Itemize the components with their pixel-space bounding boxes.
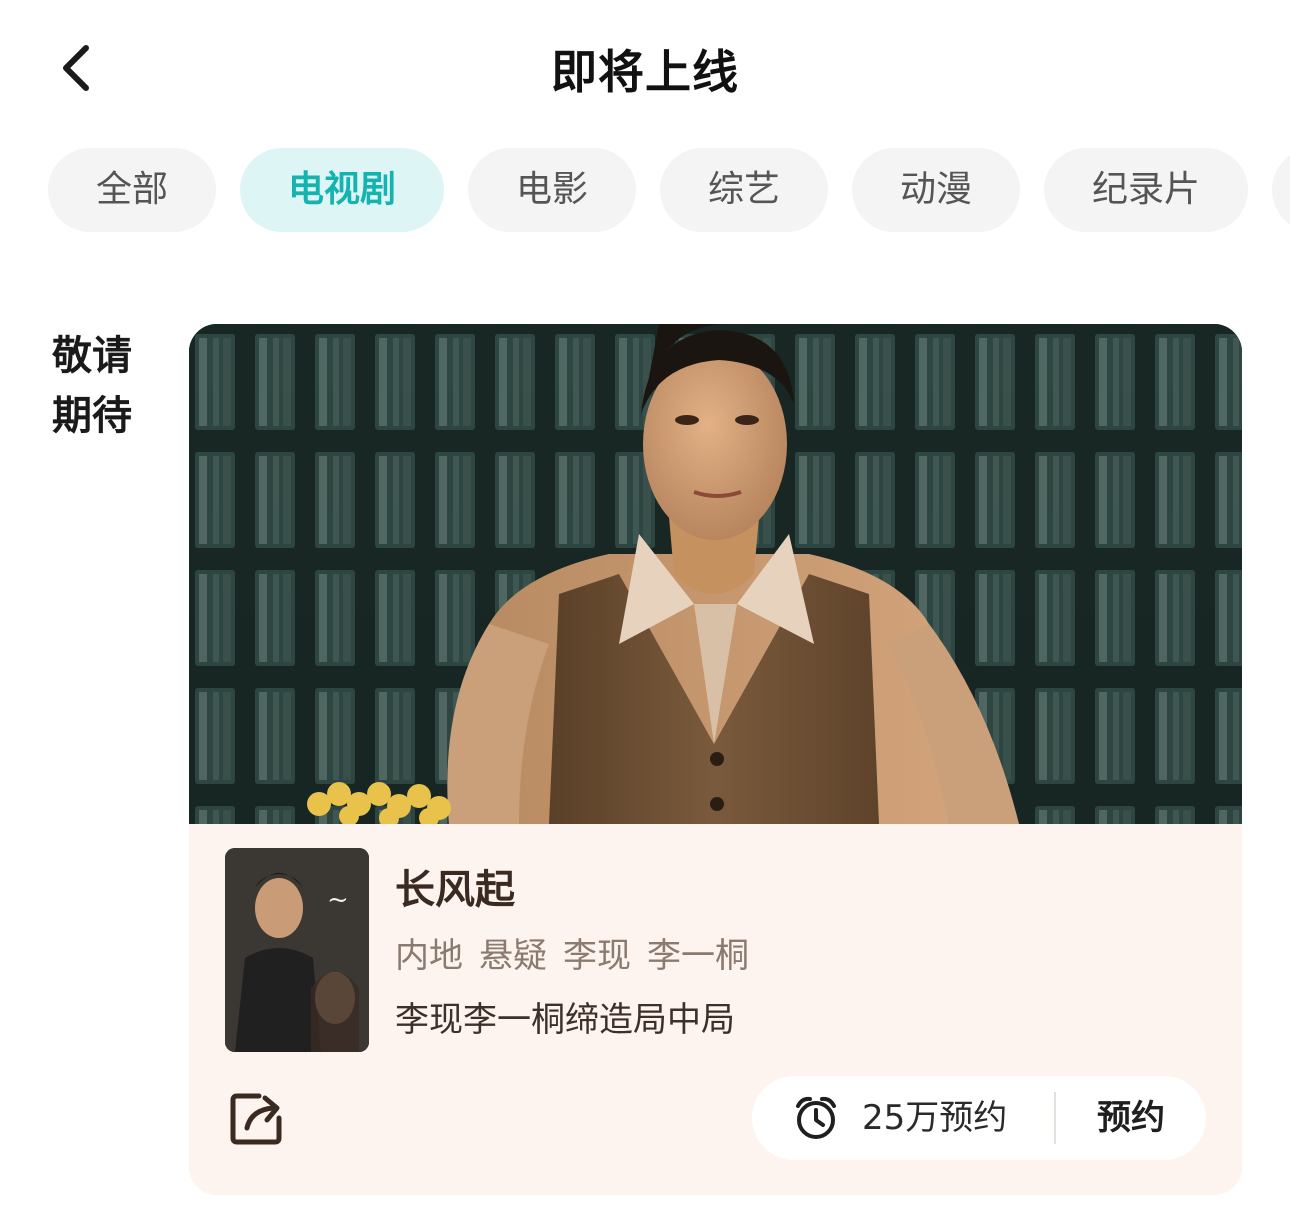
reserve-count-text: 25万预约: [862, 1098, 1008, 1138]
share-button[interactable]: [225, 1086, 289, 1150]
tag: 悬疑: [479, 936, 547, 976]
category-tabs: 全部 电视剧 电影 综艺 动漫 纪录片: [48, 148, 1290, 232]
reserve-pill: 25万预约 预约: [752, 1076, 1206, 1160]
show-title[interactable]: 长风起: [395, 862, 515, 918]
tag: 内地: [395, 936, 463, 976]
tab-next-partial[interactable]: [1272, 148, 1290, 232]
share-icon: [230, 1093, 282, 1145]
tab-tv-series[interactable]: 电视剧: [240, 148, 444, 232]
tab-anime[interactable]: 动漫: [852, 148, 1020, 232]
tab-all[interactable]: 全部: [48, 148, 216, 232]
tab-movies[interactable]: 电影: [468, 148, 636, 232]
card-info: ~ 长风起 内地 悬疑 李现 李一桐 李现李一桐缔造局中局 25万预约 预约: [189, 824, 1242, 1195]
poster-thumbnail[interactable]: ~: [225, 848, 369, 1052]
page-title: 即将上线: [551, 45, 739, 99]
tag: 李现: [563, 936, 631, 976]
hero-image[interactable]: [189, 324, 1242, 824]
section-label: 敬请 期待: [52, 326, 152, 446]
tag: 李一桐: [647, 936, 749, 976]
hero-illustration: [189, 324, 1242, 824]
section-label-line1: 敬请: [52, 333, 132, 379]
poster-illustration: ~: [225, 848, 369, 1052]
tab-variety[interactable]: 综艺: [660, 148, 828, 232]
show-card[interactable]: ~ 长风起 内地 悬疑 李现 李一桐 李现李一桐缔造局中局 25万预约 预约: [189, 324, 1242, 1195]
alarm-clock-icon: [796, 1096, 836, 1139]
reserve-button[interactable]: 预约: [1056, 1076, 1206, 1160]
show-description: 李现李一桐缔造局中局: [395, 1000, 735, 1040]
upcoming-page: 即将上线 全部 电视剧 电影 综艺 动漫 纪录片 敬请 期待 ~ 长风起 内地 …: [0, 0, 1290, 1216]
reserve-count: 25万预约: [752, 1076, 1054, 1160]
section-label-line2: 期待: [52, 393, 132, 439]
svg-text:~: ~: [327, 885, 349, 915]
tab-documentary[interactable]: 纪录片: [1044, 148, 1248, 232]
tag-list: 内地 悬疑 李现 李一桐: [395, 930, 749, 982]
